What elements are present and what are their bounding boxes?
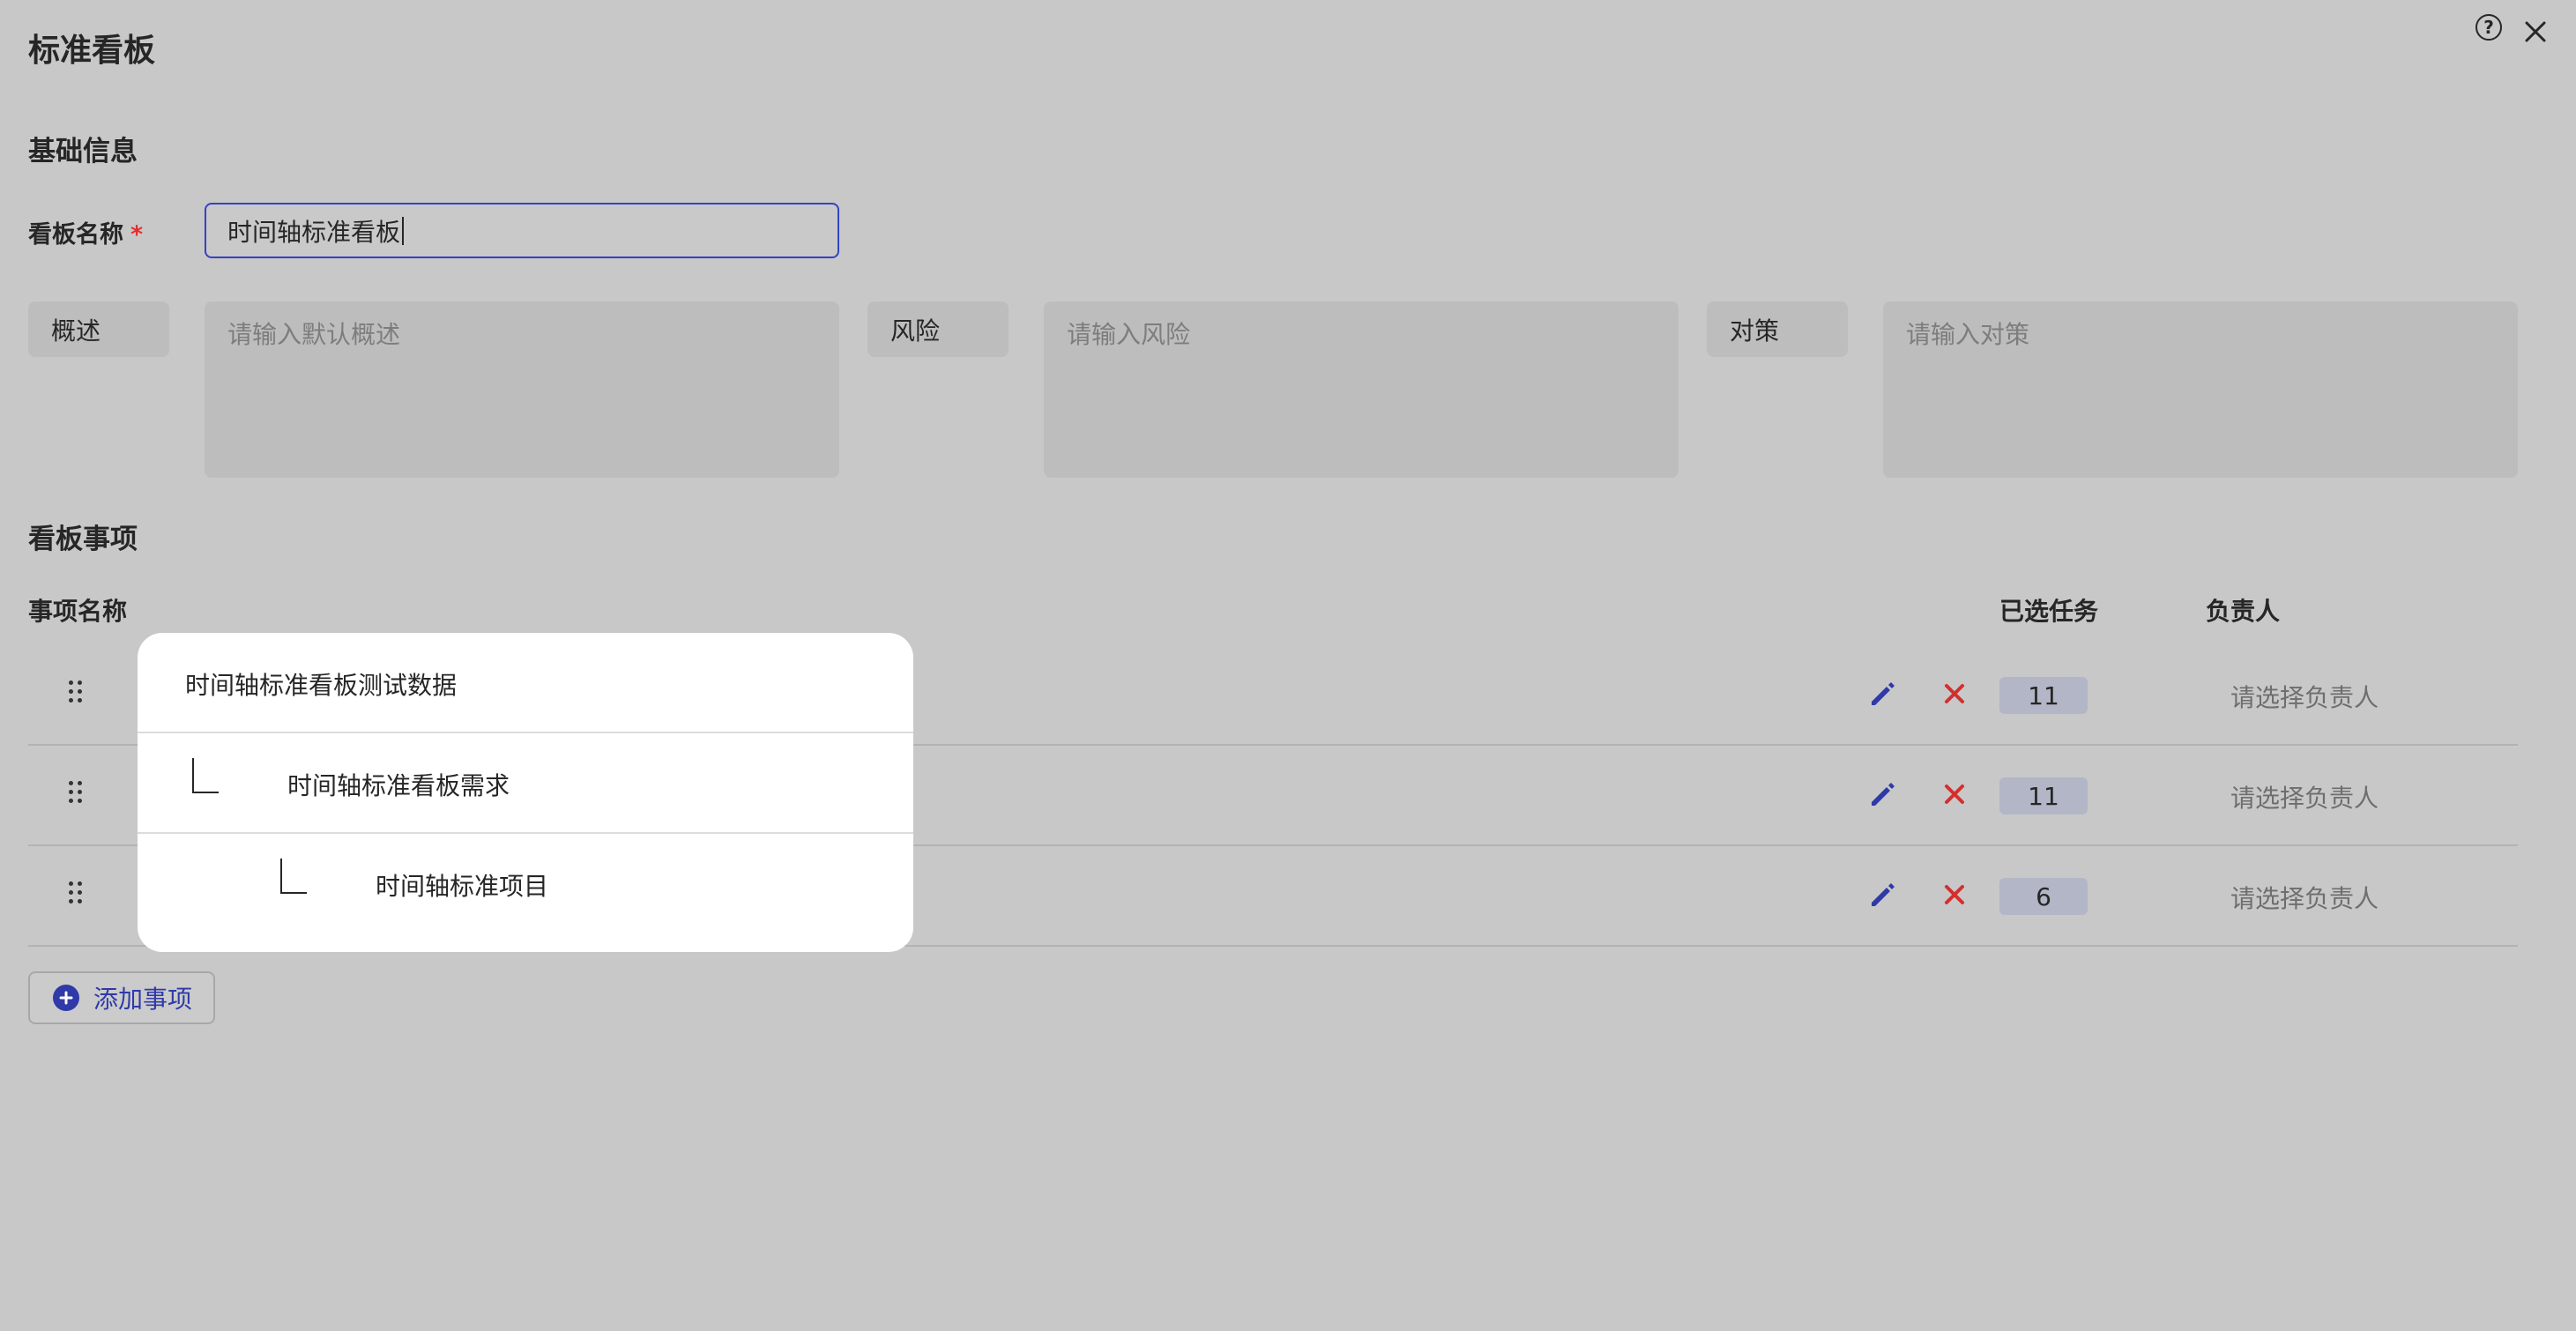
board-name-value: 时间轴标准看板 (227, 217, 401, 247)
text-caret (402, 216, 405, 245)
summary-label: 概述 (28, 301, 169, 357)
column-header-owner: 负责人 (2206, 597, 2281, 626)
item-name: 时间轴标准看板测试数据 (185, 671, 458, 700)
drag-handle-icon[interactable] (69, 781, 83, 806)
tree-item-level-2[interactable]: 时间轴标准项目 (138, 834, 913, 934)
column-header-selected-tasks: 已选任务 (1999, 597, 2099, 626)
owner-select[interactable]: 请选择负责人 (2230, 880, 2379, 915)
board-settings-page: 标准看板 ? 基础信息 看板名称 * 时间轴标准看板 概述 请输入默认概述 风险 … (0, 0, 2576, 1331)
delete-x-icon[interactable] (1939, 679, 1969, 709)
delete-x-icon[interactable] (1939, 880, 1969, 910)
summary-textarea[interactable]: 请输入默认概述 (205, 301, 839, 478)
tree-item-level-1[interactable]: 时间轴标准看板需求 (138, 733, 913, 834)
board-name-input[interactable]: 时间轴标准看板 (205, 203, 839, 258)
board-items-title: 看板事项 (28, 524, 138, 555)
edit-pencil-icon[interactable] (1867, 679, 1897, 709)
column-header-name: 事项名称 (28, 597, 128, 626)
basic-info-title: 基础信息 (28, 136, 138, 167)
add-item-label: 添加事项 (93, 985, 193, 1014)
plus-circle-icon (53, 985, 79, 1011)
drag-handle-icon[interactable] (69, 881, 83, 906)
edit-pencil-icon[interactable] (1867, 880, 1897, 910)
required-mark: * (130, 221, 144, 249)
tree-branch-icon (192, 758, 219, 793)
tree-branch-icon (280, 859, 307, 894)
close-icon[interactable] (2521, 18, 2550, 46)
delete-x-icon[interactable] (1939, 779, 1969, 809)
measure-label: 对策 (1707, 301, 1848, 357)
measure-textarea[interactable]: 请输入对策 (1883, 301, 2518, 478)
selected-task-count[interactable]: 11 (1999, 777, 2088, 814)
drag-handle-icon[interactable] (69, 680, 83, 705)
tree-item-level-0[interactable]: 时间轴标准看板测试数据 (138, 633, 913, 733)
risk-textarea[interactable]: 请输入风险 (1044, 301, 1679, 478)
help-icon[interactable]: ? (2475, 14, 2502, 41)
board-name-label-text: 看板名称 (28, 221, 123, 249)
selected-task-count[interactable]: 11 (1999, 677, 2088, 714)
board-name-label: 看板名称 * (28, 215, 143, 249)
risk-label: 风险 (867, 301, 1009, 357)
owner-select[interactable]: 请选择负责人 (2230, 779, 2379, 814)
window-controls: ? (2475, 9, 2550, 46)
owner-select[interactable]: 请选择负责人 (2230, 679, 2379, 714)
edit-pencil-icon[interactable] (1867, 779, 1897, 809)
item-name: 时间轴标准项目 (376, 872, 549, 901)
selected-task-count[interactable]: 6 (1999, 878, 2088, 915)
item-name-tree-popover: 时间轴标准看板测试数据 时间轴标准看板需求 时间轴标准项目 (138, 633, 913, 952)
item-name: 时间轴标准看板需求 (287, 771, 510, 800)
add-item-button[interactable]: 添加事项 (28, 971, 215, 1024)
page-title: 标准看板 (28, 33, 156, 69)
